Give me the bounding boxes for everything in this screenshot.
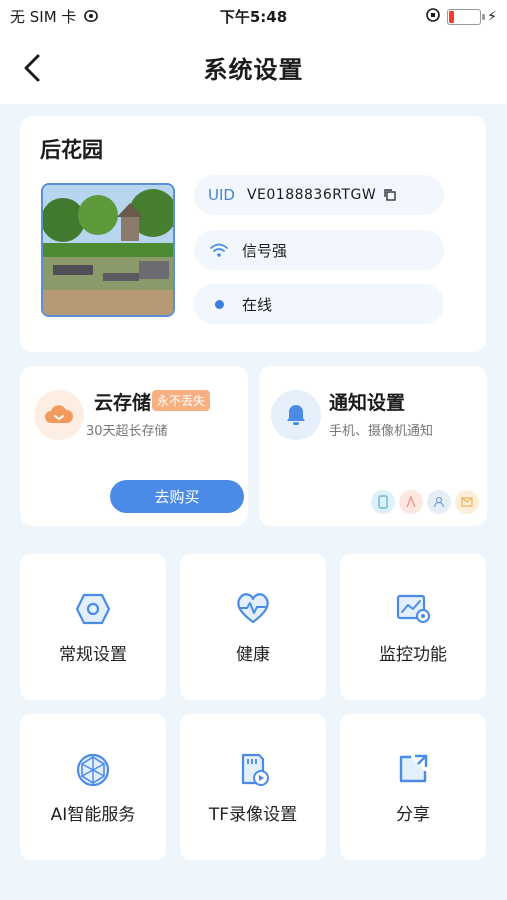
online-status-text: 在线 [242,295,273,314]
hexagon-settings-icon [20,592,166,626]
notification-title: 通知设置 [329,392,406,414]
menu-label: 常规设置 [59,645,127,665]
signal-pill: 信号强 [194,230,444,270]
cloud-storage-title: 云存储 [94,392,152,414]
nav-bar: 系统设置 [0,32,507,104]
menu-label: 分享 [396,805,430,825]
cloud-badge: 永不丢失 [152,390,211,411]
notification-subtitle: 手机、摄像机通知 [329,424,434,439]
menu-label: 监控功能 [379,645,447,665]
menu-item-monitoring[interactable]: 监控功能 [340,554,486,700]
sd-card-icon [180,752,326,788]
page-title: 系统设置 [203,56,304,84]
camera-icon [399,490,423,514]
cloud-storage-card[interactable]: 云存储 永不丢失 30天超长存储 去购买 [20,366,248,526]
device-thumbnail[interactable] [41,183,175,317]
device-card: 后花园 UID VE0188836RTGW 信号强 在线 [20,116,486,352]
menu-item-health[interactable]: 健康 [180,554,326,700]
menu-item-general-settings[interactable]: 常规设置 [20,554,166,700]
status-right: ⚡ [425,7,497,27]
buy-button[interactable]: 去购买 [110,480,244,513]
notification-channel-icons [371,490,479,514]
menu-item-tf-recording[interactable]: TF录像设置 [180,714,326,860]
share-icon [340,752,486,786]
notification-settings-card[interactable]: 通知设置 手机、摄像机通知 [259,366,487,526]
online-dot-icon [208,299,230,309]
garden-thumbnail-image [43,185,173,315]
copy-icon[interactable] [384,189,396,201]
menu-label: TF录像设置 [208,805,298,825]
uid-value: VE0188836RTGW [246,187,377,203]
battery-icon [447,9,486,25]
cloud-icon [34,390,84,440]
menu-item-ai-service[interactable]: AI智能服务 [20,714,166,860]
online-pill: 在线 [194,284,444,324]
orientation-lock-icon [425,7,441,27]
mail-icon [455,490,479,514]
signal-text: 信号强 [242,241,288,260]
device-name: 后花园 [40,138,103,162]
wifi-icon [208,242,230,258]
monitor-chart-icon [340,592,486,624]
phone-icon [371,490,395,514]
ai-globe-icon [20,752,166,788]
uid-pill: UID VE0188836RTGW [194,175,444,215]
charging-icon: ⚡ [487,9,497,25]
user-icon [427,490,451,514]
cloud-storage-subtitle: 30天超长存储 [86,424,168,439]
uid-label: UID [208,186,235,204]
status-bar: 无 SIM 卡 下午5:48 ⚡ [0,0,507,32]
menu-item-share[interactable]: 分享 [340,714,486,860]
menu-label: 健康 [236,645,270,665]
bell-icon [271,390,321,440]
menu-label: AI智能服务 [50,805,136,825]
heart-pulse-icon [180,592,326,624]
